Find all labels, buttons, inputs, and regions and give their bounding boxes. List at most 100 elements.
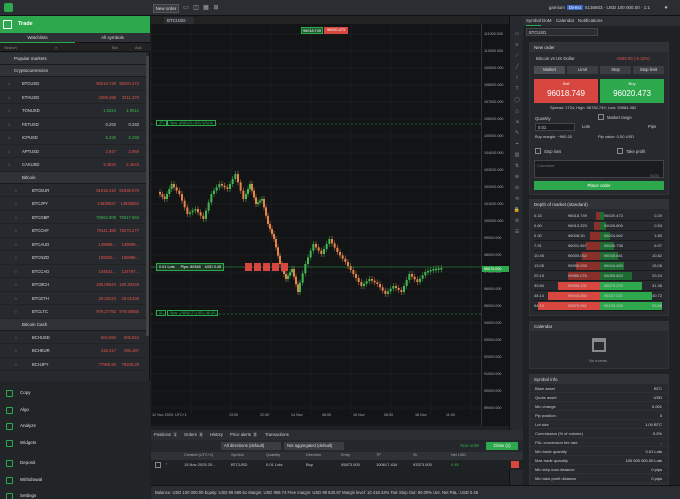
new-order-tab[interactable]: New order bbox=[153, 4, 179, 13]
measure-icon[interactable]: ⇲ bbox=[513, 118, 521, 126]
bars-icon[interactable]: ▥ bbox=[513, 151, 521, 159]
star-icon[interactable]: ☆ bbox=[7, 131, 11, 145]
symbol-row[interactable]: ☆ BTCCAD 134631... 134797... bbox=[0, 265, 146, 278]
symbol-row[interactable]: ☆ BTCBCH 185.09944 185.30349 bbox=[0, 278, 146, 292]
order-type-stop-limit[interactable]: Stop limit bbox=[633, 66, 664, 74]
symbol-row[interactable]: ☆ ETHUSD 3309.486 3311.370 bbox=[0, 91, 146, 105]
symbol-row[interactable]: ☆ BTCNZD 165902... 165986... bbox=[0, 251, 146, 265]
trade-header[interactable]: Trade bbox=[0, 16, 150, 33]
take-profit-checkbox[interactable] bbox=[617, 148, 623, 154]
price-axis[interactable]: 111000.000 110000.000 109000.000 108000.000… bbox=[481, 24, 509, 426]
menu-item-deposit[interactable]: Deposit bbox=[0, 455, 150, 472]
circle-icon[interactable]: ◯ bbox=[513, 96, 521, 104]
reverse-icon[interactable] bbox=[263, 263, 270, 271]
dom-row[interactable]: 20.15 95989.076 96055.824 20.24 bbox=[534, 271, 664, 281]
column-header[interactable]: TP bbox=[376, 453, 381, 457]
star-icon[interactable]: ☆ bbox=[14, 238, 18, 252]
new-order-button[interactable]: New order bbox=[455, 442, 485, 450]
symbol-row[interactable]: ☆ BCHJPY 77969.82 78206.29 bbox=[0, 358, 146, 372]
account-info[interactable]: gamium Demo 5136603 · USD 100 000.00 · 1:1 bbox=[549, 4, 650, 12]
symbol-select[interactable]: BTCUSD bbox=[526, 28, 598, 36]
dom-row[interactable]: 0.60 96013.323 96026.800 0.53 bbox=[534, 221, 664, 231]
place-order-button[interactable]: Place order bbox=[534, 181, 664, 190]
star-icon[interactable]: ☆ bbox=[14, 344, 18, 358]
close-position-button[interactable] bbox=[511, 461, 519, 468]
symbol-row[interactable]: ☆ BTCUSD 96018.749 96020.473 bbox=[0, 77, 146, 91]
symbol-row[interactable]: ☆ BTCLTC 979.27782 979.59085 bbox=[0, 305, 146, 319]
symbol-row[interactable]: ☆ BTCJPY 14836927 14839584 bbox=[0, 197, 146, 211]
column-header[interactable]: Direction bbox=[306, 453, 321, 457]
cancel-icon[interactable] bbox=[281, 263, 288, 271]
layout-single-icon[interactable]: ▭ bbox=[182, 4, 190, 12]
settings-icon[interactable]: ⚙ bbox=[513, 217, 521, 225]
group-bitcoin-cash[interactable]: Bitcoin Cash bbox=[0, 318, 146, 331]
triangle-icon[interactable]: △ bbox=[513, 107, 521, 115]
menu-item-copy[interactable]: Copy bbox=[0, 385, 150, 402]
tab-history[interactable]: History bbox=[210, 431, 223, 439]
buy-button[interactable]: Buy 96020.473 bbox=[600, 79, 664, 103]
tab-notifications[interactable]: Notifications bbox=[578, 16, 603, 26]
column-header[interactable]: Symbol bbox=[231, 453, 244, 457]
tab-orders[interactable]: Orders 0 bbox=[184, 431, 204, 439]
star-icon[interactable]: ☆ bbox=[14, 292, 18, 306]
star-icon[interactable]: ☆ bbox=[7, 118, 11, 132]
symbol-row[interactable]: ☆ BCHUSD 504.060 505.824 bbox=[0, 331, 146, 344]
dom-row[interactable]: 94.10 95875.961 96130.263 93.88 bbox=[534, 301, 664, 311]
column-header[interactable]: SL bbox=[413, 453, 418, 457]
pencil-icon[interactable]: ✎ bbox=[513, 129, 521, 137]
group-crypto[interactable]: Cryptocurrencies bbox=[0, 65, 146, 77]
sl-label[interactable]: SL bbox=[156, 310, 167, 316]
fib-icon[interactable]: ⌇ bbox=[513, 74, 521, 82]
star-icon[interactable]: ☆ bbox=[7, 91, 11, 105]
menu-item-widgets[interactable]: Widgets bbox=[0, 435, 150, 452]
dom-row[interactable]: 13.05 95995.093 96044.683 15.05 bbox=[534, 261, 664, 271]
tab-all-symbols[interactable]: All symbols bbox=[75, 33, 150, 43]
star-icon[interactable]: ☆ bbox=[7, 77, 11, 91]
order-type-stop[interactable]: Stop bbox=[600, 66, 631, 74]
tab-symbol[interactable]: Symbol bbox=[526, 16, 542, 26]
group-bitcoin[interactable]: Bitcoin bbox=[0, 171, 146, 184]
menu-item-analyze[interactable]: Analyze bbox=[0, 418, 150, 435]
star-icon[interactable]: ☆ bbox=[14, 211, 18, 225]
stop-loss-checkbox[interactable] bbox=[535, 148, 541, 154]
zoom-out-icon[interactable]: ⊖ bbox=[513, 184, 521, 192]
sell-button[interactable]: Sell 96018.749 bbox=[534, 79, 598, 103]
dom-row[interactable]: 39.84 95955.131 96079.270 31.36 bbox=[534, 281, 664, 291]
chart-symbol-tab[interactable]: BTCUSD bbox=[164, 17, 194, 24]
dom-row[interactable]: 48.14 95943.850 96107.221 40.72 bbox=[534, 291, 664, 301]
star-icon[interactable]: ☆ bbox=[14, 184, 18, 198]
symbol-row[interactable]: ☆ ICPUSD 6.230 6.258 bbox=[0, 131, 146, 145]
star-icon[interactable]: ☆ bbox=[7, 145, 11, 159]
dom-row[interactable]: 0.15 96018.749 96020.473 0.20 bbox=[534, 211, 664, 221]
zoom-in-icon[interactable]: ⊕ bbox=[513, 173, 521, 181]
symbol-row[interactable]: ☆ BTCEUR 91816.310 91836.978 bbox=[0, 184, 146, 198]
symbol-row[interactable]: ☆ FETUSD 0.292 0.293 bbox=[0, 118, 146, 132]
star-icon[interactable]: ☆ bbox=[14, 278, 18, 292]
symbol-row[interactable]: ☆ TONUSD 1.9324 1.9512 bbox=[0, 104, 146, 118]
star-icon[interactable]: ☆ bbox=[14, 358, 18, 372]
comment-input[interactable]: Comment bbox=[534, 160, 664, 178]
lock-icon[interactable]: 🔒 bbox=[513, 206, 521, 214]
layout-quad-icon[interactable]: ⊞ bbox=[212, 4, 220, 12]
close-position-icon[interactable] bbox=[245, 263, 252, 271]
star-icon[interactable]: ☆ bbox=[7, 104, 11, 118]
order-type-market[interactable]: Market bbox=[534, 66, 565, 74]
user-icon[interactable]: ● bbox=[662, 4, 670, 12]
sort-icon[interactable]: ⇅ bbox=[513, 162, 521, 170]
symbol-row[interactable]: ☆ BTCETH 29.00224 29.01336 bbox=[0, 292, 146, 306]
row-checkbox[interactable] bbox=[155, 462, 161, 468]
column-header[interactable]: Entry bbox=[341, 453, 350, 457]
tab-price-alerts[interactable]: Price alerts 0 bbox=[230, 431, 258, 439]
symbol-row[interactable]: ☆ CAKUSD 2.4634 2.4643 bbox=[0, 158, 146, 172]
tab-positions[interactable]: Positions 1 bbox=[154, 431, 178, 439]
close-all-button[interactable]: Close (1) bbox=[486, 442, 518, 450]
position-row[interactable]: › 15 Nov 2025 20... BTCUSD 0.01 Lots Buy 9587… bbox=[151, 460, 523, 470]
price-chart[interactable]: 96018.749 96020.473 TP Pips: 4088.52 USD 10… bbox=[150, 24, 481, 426]
cursor-icon[interactable]: ▭ bbox=[513, 30, 521, 38]
edit-icon[interactable] bbox=[254, 263, 261, 271]
search-icon[interactable]: ⌕ bbox=[55, 43, 57, 52]
symbol-row[interactable]: ☆ APTUSD 2.947 2.969 bbox=[0, 145, 146, 159]
star-icon[interactable]: ☆ bbox=[14, 305, 18, 319]
symbol-row[interactable]: ☆ BTCGBP 75862.909 75917.684 bbox=[0, 211, 146, 225]
star-icon[interactable]: ☆ bbox=[14, 197, 18, 211]
